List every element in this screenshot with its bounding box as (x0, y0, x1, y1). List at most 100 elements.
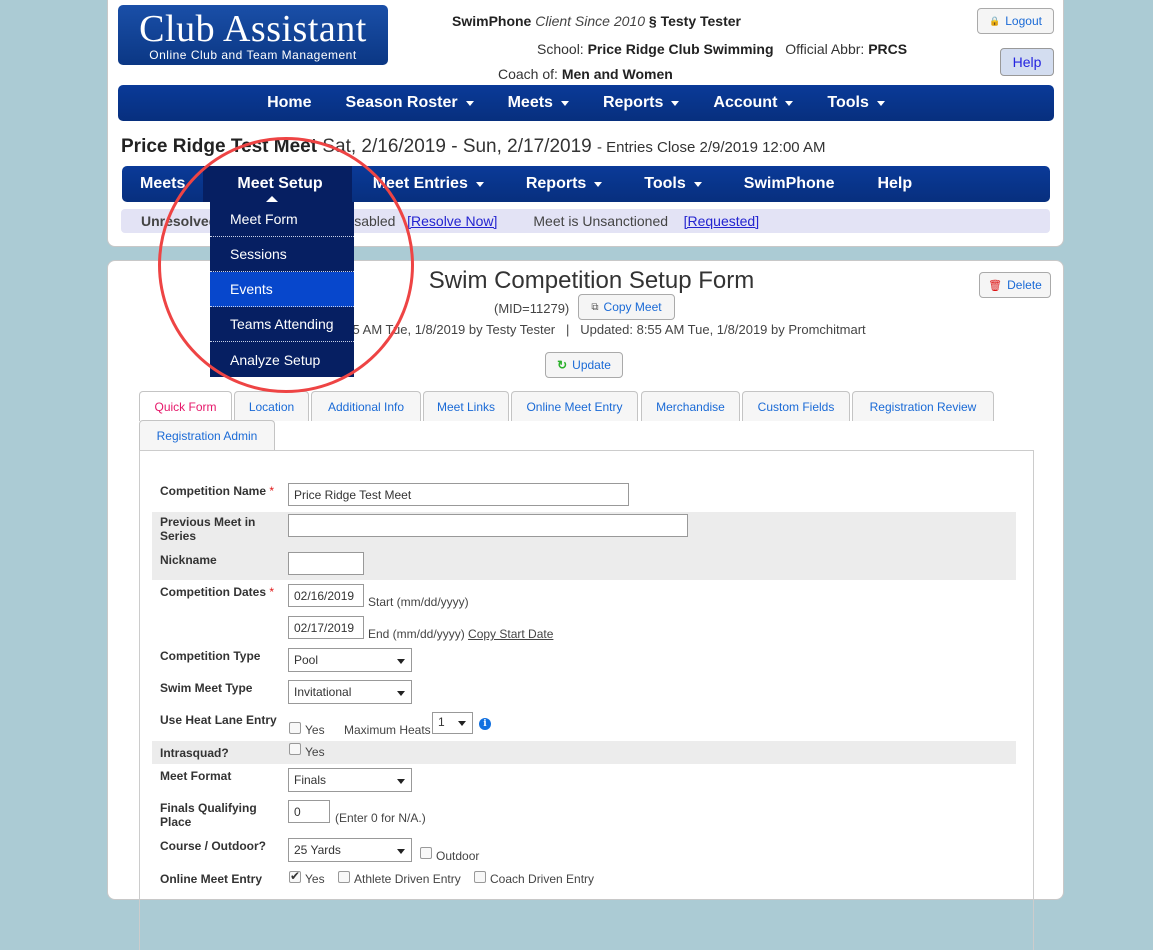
meet-nav-reports[interactable]: Reports (505, 166, 623, 202)
finals-qualifying-input[interactable] (288, 800, 330, 823)
finals-qualifying-hint: (Enter 0 for N/A.) (335, 811, 426, 825)
online-entry-yes-checkbox[interactable] (289, 869, 301, 883)
meet-nav-swimphone[interactable]: SwimPhone (723, 166, 856, 202)
dropdown-pointer (266, 196, 278, 202)
row-previous-meet-nickname: Previous Meet in Series Nickname (152, 512, 1016, 580)
meet-nav-meets[interactable]: Meets (122, 166, 203, 202)
start-date-input[interactable] (288, 584, 364, 607)
swim-meet-type-select[interactable]: Invitational (288, 680, 412, 704)
competition-name-input[interactable] (288, 483, 629, 506)
section-sign: § (648, 13, 657, 29)
tab-registration-review[interactable]: Registration Review (852, 391, 994, 421)
tab-custom-fields[interactable]: Custom Fields (742, 391, 850, 421)
entries-close: - Entries Close 2/9/2019 12:00 AM (597, 139, 826, 156)
menu-item-meet-form[interactable]: Meet Form (210, 202, 354, 237)
meet-nav-tools[interactable]: Tools (623, 166, 722, 202)
intrasquad-label: Intrasquad? (160, 746, 229, 760)
info-icon[interactable]: i (479, 718, 491, 730)
competition-type-label: Competition Type (160, 649, 261, 663)
intrasquad-yes-label: Yes (305, 745, 325, 759)
official-abbr: PRCS (868, 41, 908, 57)
required-marker: * (269, 484, 275, 498)
lock-icon: 🔒 (989, 15, 1001, 26)
menu-item-sessions[interactable]: Sessions (210, 237, 354, 272)
copy-meet-button[interactable]: ⧉ Copy Meet (578, 294, 675, 320)
logo-subtitle: Online Club and Team Management (149, 48, 357, 62)
tab-registration-admin[interactable]: Registration Admin (139, 420, 275, 450)
nav-season-roster[interactable]: Season Roster (329, 85, 491, 121)
menu-item-teams-attending[interactable]: Teams Attending (210, 307, 354, 342)
chevron-down-icon (876, 100, 885, 106)
meet-id: (MID=11279) (494, 301, 570, 316)
menu-item-analyze-setup[interactable]: Analyze Setup (210, 342, 354, 377)
tab-additional-info[interactable]: Additional Info (311, 391, 421, 421)
chevron-down-icon (397, 691, 405, 696)
nav-home[interactable]: Home (250, 85, 328, 121)
swim-meet-type-label: Swim Meet Type (160, 681, 253, 695)
tab-location[interactable]: Location (234, 391, 309, 421)
max-heats-label: Maximum Heats (344, 723, 431, 737)
updated-info: Updated: 8:55 AM Tue, 1/8/2019 by Promch… (580, 322, 866, 337)
row-competition-dates: Competition Dates * Start (mm/dd/yyyy) E… (152, 584, 1016, 646)
athlete-driven-checkbox[interactable] (338, 871, 350, 883)
meet-name: Price Ridge Test Meet (121, 136, 318, 157)
user-name: Testy Tester (660, 13, 741, 29)
tab-quick-form[interactable]: Quick Form (139, 391, 232, 421)
row-intrasquad: Intrasquad? Yes (152, 741, 1016, 764)
copy-start-date-link[interactable]: Copy Start Date (468, 627, 553, 641)
logout-button[interactable]: 🔒 Logout (977, 8, 1054, 34)
heat-lane-yes-checkbox[interactable] (289, 722, 301, 734)
meet-nav-meet-entries[interactable]: Meet Entries (352, 166, 505, 202)
chevron-down-icon (397, 779, 405, 784)
max-heats-select[interactable]: 1 (432, 712, 473, 734)
resolve-now-link[interactable]: [Resolve Now] (407, 213, 497, 229)
outdoor-checkbox[interactable] (420, 847, 432, 859)
nav-account[interactable]: Account (696, 85, 810, 121)
chevron-down-icon (560, 100, 569, 106)
coach-of-value: Men and Women (561, 66, 673, 82)
meet-dates: Sat, 2/16/2019 - Sun, 2/17/2019 (322, 136, 592, 157)
delete-button[interactable]: 🗑 Delete (979, 272, 1051, 298)
main-nav: Home Season Roster Meets Reports Account… (118, 85, 1054, 121)
chevron-down-icon (458, 721, 466, 726)
heat-lane-yes-label: Yes (305, 723, 325, 737)
club-assistant-logo[interactable]: Club Assistant Online Club and Team Mana… (118, 5, 388, 65)
course-select[interactable]: 25 Yards (288, 838, 412, 862)
row-meet-format: Meet Format Finals (152, 768, 1016, 798)
chevron-down-icon (785, 100, 794, 106)
tab-meet-links[interactable]: Meet Links (423, 391, 509, 421)
coach-driven-checkbox[interactable] (474, 871, 486, 883)
competition-name-label: Competition Name (160, 484, 267, 498)
update-button[interactable]: ↻ Update (545, 352, 623, 378)
chevron-down-icon (465, 100, 474, 106)
refresh-dollar-icon: ↻ (557, 358, 568, 372)
previous-meet-input[interactable] (288, 514, 688, 537)
nickname-input[interactable] (288, 552, 364, 575)
unresolved-label: Unresolved (141, 213, 218, 229)
help-button[interactable]: Help (1000, 48, 1054, 76)
chevron-down-icon (693, 181, 702, 187)
tab-merchandise[interactable]: Merchandise (641, 391, 740, 421)
chevron-down-icon (594, 181, 603, 187)
row-competition-name: Competition Name * (152, 481, 1016, 511)
finals-qualifying-label: Finals Qualifying Place (160, 801, 257, 829)
nav-tools[interactable]: Tools (810, 85, 901, 121)
school-info: School: Price Ridge Club Swimming Offici… (537, 41, 908, 57)
client-since: Client Since 2010 (535, 13, 645, 29)
meet-format-select[interactable]: Finals (288, 768, 412, 792)
end-date-input[interactable] (288, 616, 364, 639)
row-heat-lane-entry: Use Heat Lane Entry Yes Maximum Heats 1 … (152, 712, 1016, 740)
intrasquad-yes-checkbox[interactable] (289, 743, 301, 755)
trash-icon: 🗑 (988, 279, 1003, 292)
competition-dates-label: Competition Dates (160, 585, 267, 599)
nav-meets[interactable]: Meets (491, 85, 586, 121)
row-course-outdoor: Course / Outdoor? 25 Yards Outdoor (152, 838, 1016, 868)
competition-type-select[interactable]: Pool (288, 648, 412, 672)
nav-reports[interactable]: Reports (586, 85, 696, 121)
requested-link[interactable]: [Requested] (684, 213, 760, 229)
tab-online-meet-entry[interactable]: Online Meet Entry (511, 391, 638, 421)
menu-item-events[interactable]: Events (210, 272, 354, 307)
meet-nav-help[interactable]: Help (855, 166, 934, 202)
row-competition-type: Competition Type Pool (152, 648, 1016, 678)
outdoor-label: Outdoor (436, 849, 480, 863)
